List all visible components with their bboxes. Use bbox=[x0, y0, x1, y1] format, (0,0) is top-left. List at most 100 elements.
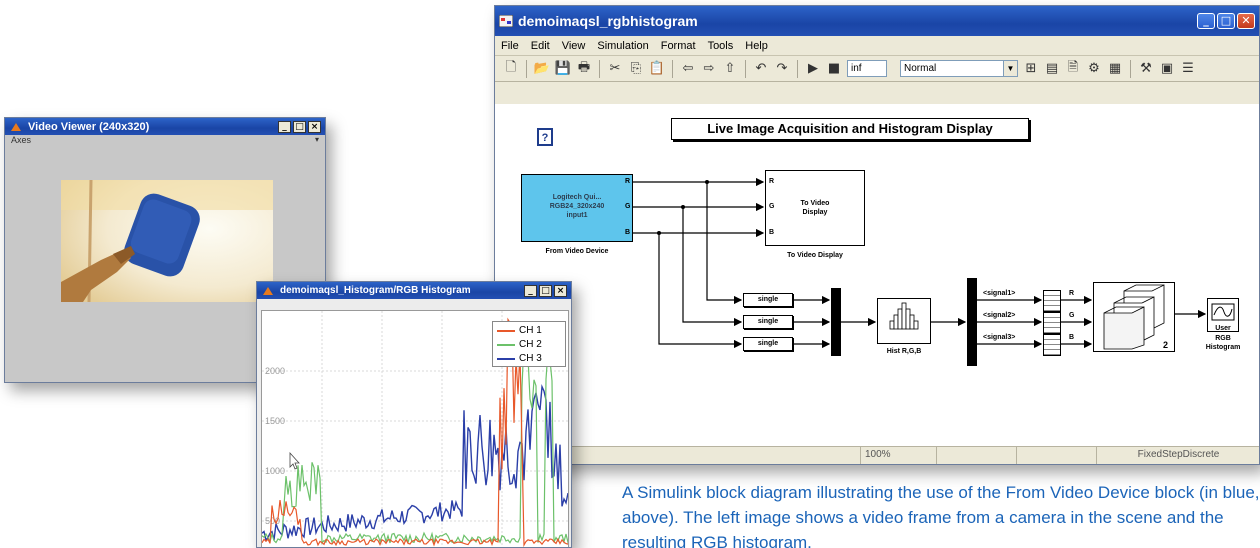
selector-block[interactable] bbox=[1043, 334, 1061, 356]
model-browser-icon[interactable]: ⊞ bbox=[1023, 61, 1039, 77]
close-button[interactable]: ✕ bbox=[1237, 13, 1255, 29]
minimize-button[interactable]: _ bbox=[524, 284, 537, 297]
video-frame-image bbox=[61, 180, 273, 302]
build-icon[interactable]: ⚒ bbox=[1138, 61, 1154, 77]
status-zoom: 100% bbox=[861, 447, 937, 464]
new-file-icon[interactable]: 🗋 bbox=[503, 60, 519, 77]
from-video-device-block[interactable]: Logitech Qui... RGB24_320x240 input1 bbox=[521, 174, 633, 242]
minimize-button[interactable]: _ bbox=[1197, 13, 1215, 29]
video-viewer-title: Video Viewer (240x320) bbox=[28, 120, 150, 133]
scope-label-histogram: Histogram bbox=[1205, 344, 1241, 351]
minimize-button[interactable]: _ bbox=[278, 120, 291, 133]
histogram-plot[interactable]: 2000 1500 1000 500 CH 1 CH 2 CH 3 bbox=[261, 310, 569, 547]
legend-item: CH 1 bbox=[497, 324, 561, 338]
print-icon[interactable]: 🖶 bbox=[576, 60, 592, 77]
close-button[interactable]: × bbox=[554, 284, 567, 297]
scope-label-rgb: RGB bbox=[1215, 335, 1231, 342]
dock-arrow-icon[interactable]: ▾ bbox=[315, 135, 319, 144]
mux-block[interactable] bbox=[831, 288, 841, 356]
cut-icon[interactable]: ✂ bbox=[607, 61, 623, 77]
help-block[interactable]: ? bbox=[537, 128, 553, 146]
stop-icon[interactable]: ■ bbox=[826, 61, 842, 77]
rgb-label: G bbox=[1069, 312, 1075, 319]
legend-swatch bbox=[497, 330, 515, 332]
undo-icon[interactable]: ↶ bbox=[753, 61, 769, 77]
menu-simulation[interactable]: Simulation bbox=[597, 40, 648, 52]
matlab-icon bbox=[261, 285, 275, 297]
y-tick-label: 1000 bbox=[265, 466, 285, 476]
menu-format[interactable]: Format bbox=[661, 40, 696, 52]
rgb-label: B bbox=[1069, 334, 1075, 341]
redo-icon[interactable]: ↷ bbox=[774, 61, 790, 77]
to-video-text-1: To Video bbox=[800, 200, 830, 207]
data-type-conversion-block[interactable]: single bbox=[743, 293, 793, 307]
data-type-conversion-block[interactable]: single bbox=[743, 337, 793, 351]
legend-label: CH 3 bbox=[519, 353, 542, 364]
legend-swatch bbox=[497, 358, 515, 360]
menu-axes[interactable]: Axes bbox=[11, 135, 31, 145]
signal-lines bbox=[633, 177, 1207, 349]
simulation-mode-select[interactable]: Normal ▼ bbox=[900, 60, 1018, 77]
scope-block[interactable]: User bbox=[1207, 298, 1239, 332]
status-empty-2 bbox=[1017, 447, 1097, 464]
forward-arrow-icon[interactable]: ⇨ bbox=[701, 61, 717, 77]
histogram-title: demoimaqsl_Histogram/RGB Histogram bbox=[280, 285, 471, 296]
menu-view[interactable]: View bbox=[562, 40, 586, 52]
maximize-button[interactable]: □ bbox=[293, 120, 306, 133]
selector-block[interactable] bbox=[1043, 312, 1061, 334]
port-label: B bbox=[625, 229, 631, 236]
3d-cube-icon bbox=[1103, 284, 1165, 350]
data-type-conversion-block[interactable]: single bbox=[743, 315, 793, 329]
menu-tools[interactable]: Tools bbox=[708, 40, 734, 52]
report-icon[interactable]: ▣ bbox=[1159, 61, 1175, 77]
save-icon[interactable]: 💾 bbox=[555, 61, 571, 77]
to-video-display-block[interactable]: To Video Display bbox=[765, 170, 865, 246]
diagram-title: Live Image Acquisition and Histogram Dis… bbox=[671, 118, 1029, 140]
port-label: G bbox=[625, 203, 631, 210]
simulink-statusbar: 100% FixedStepDiscrete bbox=[495, 446, 1259, 464]
legend-swatch bbox=[497, 344, 515, 346]
matrix-dim-label: 2 bbox=[1163, 340, 1169, 350]
library-browser-icon[interactable]: ▤ bbox=[1044, 61, 1060, 77]
port-label: R bbox=[625, 178, 631, 185]
histogram-bars-icon bbox=[889, 302, 919, 330]
signal-label: <signal3> bbox=[983, 334, 1016, 341]
video-viewer-titlebar: Video Viewer (240x320) _ □ × bbox=[5, 118, 325, 135]
video-viewer-menubar: Axes ▾ bbox=[5, 135, 325, 149]
close-button[interactable]: × bbox=[308, 120, 321, 133]
toolbar-separator bbox=[526, 59, 527, 78]
histogram-titlebar: demoimaqsl_Histogram/RGB Histogram _ □ × bbox=[257, 282, 571, 299]
legend-label: CH 1 bbox=[519, 325, 542, 336]
port-label: B bbox=[769, 229, 775, 236]
toolbar-separator bbox=[797, 59, 798, 78]
toolbar-separator bbox=[745, 59, 746, 78]
stop-time-input[interactable]: inf bbox=[847, 60, 887, 77]
device-format: RGB24_320x240 bbox=[549, 203, 605, 210]
menu-help[interactable]: Help bbox=[745, 40, 768, 52]
back-arrow-icon[interactable]: ⇦ bbox=[680, 61, 696, 77]
simulink-window-title: demoimaqsl_rgbhistogram bbox=[518, 13, 698, 29]
demux-block[interactable] bbox=[967, 278, 977, 366]
profiler-icon[interactable]: ▦ bbox=[1107, 61, 1123, 77]
copy-icon[interactable]: ⎘ bbox=[628, 61, 644, 77]
paste-icon[interactable]: 📋 bbox=[649, 61, 665, 77]
histogram-window: demoimaqsl_Histogram/RGB Histogram _ □ ×… bbox=[256, 281, 572, 548]
histogram-block[interactable] bbox=[877, 298, 931, 344]
debug-icon[interactable]: ⚙ bbox=[1086, 61, 1102, 77]
explorer-icon[interactable]: 🗎 bbox=[1065, 60, 1081, 77]
maximize-button[interactable]: □ bbox=[539, 284, 552, 297]
menu-edit[interactable]: Edit bbox=[531, 40, 550, 52]
open-folder-icon[interactable]: 📂 bbox=[534, 61, 550, 77]
block-diagram-canvas[interactable]: ? Live Image Acquisition and Histogram D… bbox=[495, 104, 1259, 448]
simulink-menubar: File Edit View Simulation Format Tools H… bbox=[495, 36, 1259, 56]
maximize-button[interactable]: □ bbox=[1217, 13, 1235, 29]
options-icon[interactable]: ☰ bbox=[1180, 61, 1196, 77]
scope-user-text: User bbox=[1215, 325, 1231, 332]
up-arrow-icon[interactable]: ⇧ bbox=[722, 61, 738, 77]
play-icon[interactable]: ▶ bbox=[805, 61, 821, 77]
menu-file[interactable]: File bbox=[501, 40, 519, 52]
legend-item: CH 2 bbox=[497, 338, 561, 352]
to-video-display-label: To Video Display bbox=[787, 252, 843, 259]
from-video-device-label: From Video Device bbox=[545, 248, 609, 255]
selector-block[interactable] bbox=[1043, 290, 1061, 312]
